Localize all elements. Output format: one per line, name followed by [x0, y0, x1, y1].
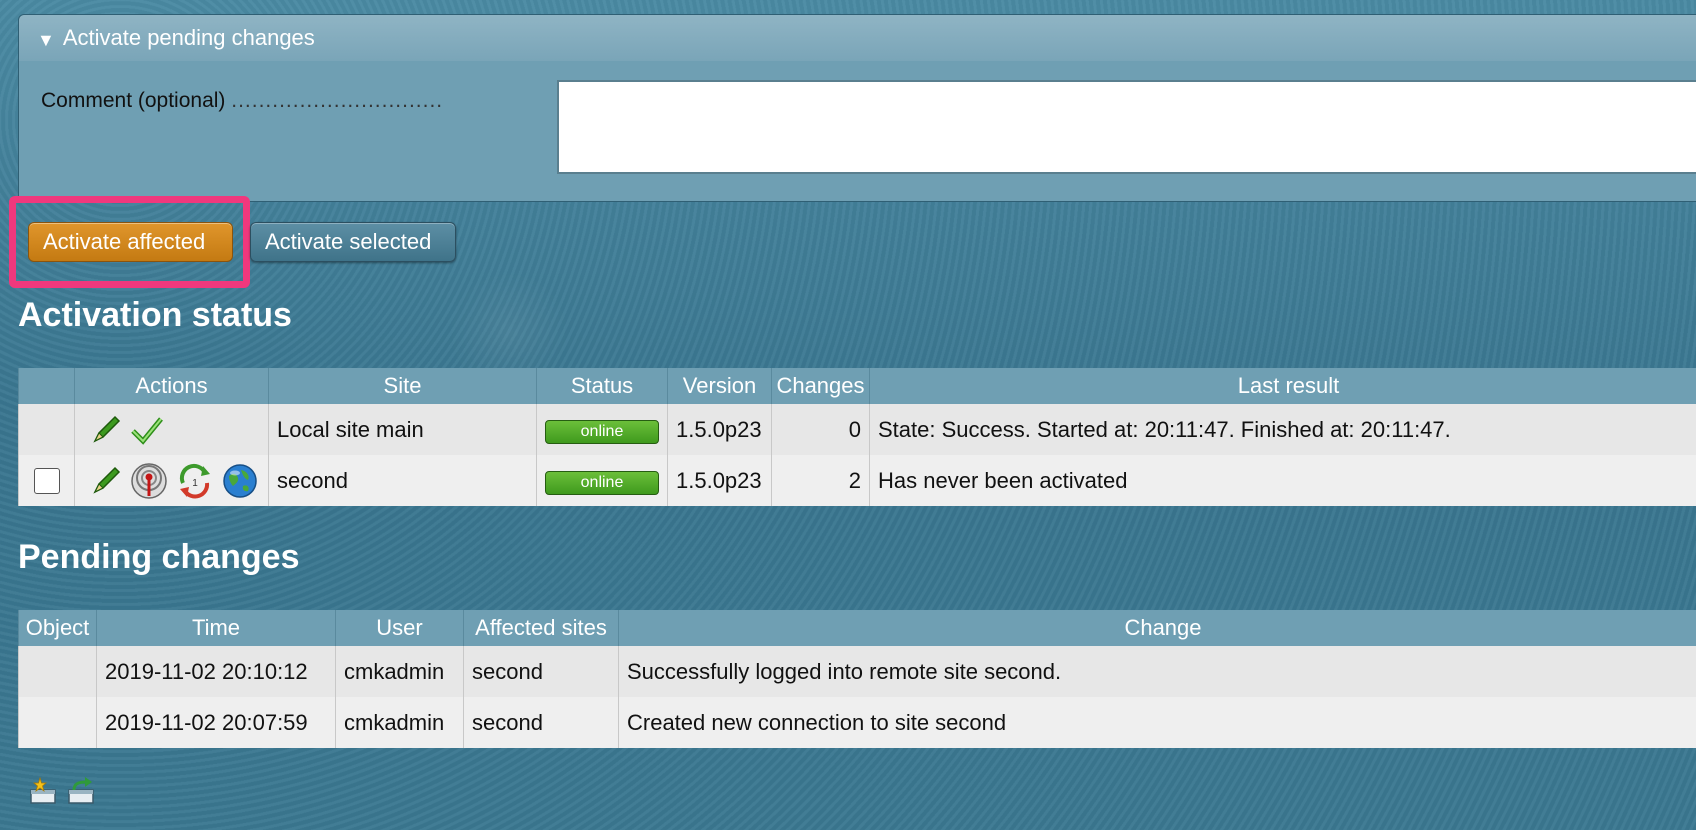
pending-changes-heading: Pending changes: [18, 538, 300, 576]
status-cell: online: [536, 404, 668, 455]
activate-pending-panel: ▼ Activate pending changes Comment (opti…: [18, 14, 1696, 202]
version-cell: 1.5.0p23: [667, 455, 772, 506]
export-icon[interactable]: [66, 776, 96, 806]
time-cell: 2019-11-02 20:07:59: [96, 697, 336, 748]
status-badge: online: [545, 470, 659, 495]
pending-header-row: Object Time User Affected sites Change: [18, 610, 1696, 646]
col-change[interactable]: Change: [618, 610, 1696, 646]
col-last-result[interactable]: Last result: [869, 368, 1696, 404]
activate-selected-button[interactable]: Activate selected: [250, 222, 456, 262]
antenna-icon[interactable]: [129, 461, 169, 501]
site-cell: Local site main: [268, 404, 537, 455]
comment-label-dots: ...............................: [231, 89, 444, 112]
status-badge: online: [545, 419, 659, 444]
sync-icon[interactable]: 1: [175, 461, 215, 501]
site-cell: second: [268, 455, 537, 506]
select-cell: [18, 455, 75, 506]
time-cell: 2019-11-02 20:10:12: [96, 646, 336, 697]
bottom-toolbar: [28, 776, 96, 806]
activate-affected-button[interactable]: Activate affected: [28, 222, 233, 262]
col-affected-sites[interactable]: Affected sites: [463, 610, 619, 646]
sites-cell: second: [463, 646, 619, 697]
activation-status-heading: Activation status: [18, 296, 292, 334]
edit-icon[interactable]: [89, 464, 123, 498]
check-icon[interactable]: [129, 413, 165, 447]
col-changes[interactable]: Changes: [771, 368, 870, 404]
site-select-checkbox[interactable]: [33, 468, 60, 495]
activation-status-table: Actions Site Status Version Changes Last…: [18, 368, 1696, 506]
col-actions: Actions: [74, 368, 269, 404]
actions-cell: [74, 404, 269, 455]
sites-cell: second: [463, 697, 619, 748]
table-row: Local site main online 1.5.0p23 0 State:…: [18, 404, 1696, 455]
activation-header-row: Actions Site Status Version Changes Last…: [18, 368, 1696, 404]
col-time[interactable]: Time: [96, 610, 336, 646]
last-result-cell: State: Success. Started at: 20:11:47. Fi…: [869, 404, 1696, 455]
version-cell: 1.5.0p23: [667, 404, 772, 455]
table-row: 2019-11-02 20:07:59 cmkadmin second Crea…: [18, 697, 1696, 748]
actions-cell: 1: [74, 455, 269, 506]
col-user[interactable]: User: [335, 610, 464, 646]
object-cell: [18, 697, 97, 748]
collapse-triangle-icon[interactable]: ▼: [37, 30, 55, 51]
col-version[interactable]: Version: [667, 368, 772, 404]
change-cell: Created new connection to site second: [618, 697, 1696, 748]
comment-label: Comment (optional) .....................…: [41, 89, 444, 112]
status-cell: online: [536, 455, 668, 506]
pending-changes-table: Object Time User Affected sites Change 2…: [18, 610, 1696, 748]
panel-header[interactable]: ▼ Activate pending changes: [19, 15, 1696, 61]
col-status[interactable]: Status: [536, 368, 668, 404]
changes-cell: 0: [771, 404, 870, 455]
globe-icon[interactable]: [221, 462, 259, 500]
table-row: 1 second online 1.5.0p23 2 Has never bee…: [18, 455, 1696, 506]
new-item-icon[interactable]: [28, 776, 58, 806]
comment-row: Comment (optional) .....................…: [19, 61, 1696, 201]
comment-input[interactable]: [557, 80, 1696, 174]
change-cell: Successfully logged into remote site sec…: [618, 646, 1696, 697]
object-cell: [18, 646, 97, 697]
col-site[interactable]: Site: [268, 368, 537, 404]
user-cell: cmkadmin: [335, 646, 464, 697]
col-select: [18, 368, 75, 404]
select-cell: [18, 404, 75, 455]
user-cell: cmkadmin: [335, 697, 464, 748]
col-object[interactable]: Object: [18, 610, 97, 646]
svg-text:1: 1: [192, 478, 198, 489]
last-result-cell: Has never been activated: [869, 455, 1696, 506]
table-row: 2019-11-02 20:10:12 cmkadmin second Succ…: [18, 646, 1696, 697]
panel-title: Activate pending changes: [62, 25, 315, 50]
edit-icon[interactable]: [89, 413, 123, 447]
changes-cell: 2: [771, 455, 870, 506]
